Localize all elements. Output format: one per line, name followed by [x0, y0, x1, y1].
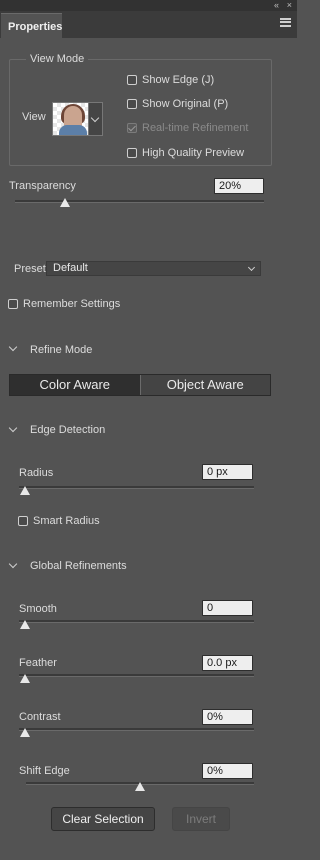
show-original-checkbox[interactable] [127, 99, 137, 109]
smooth-slider-thumb[interactable] [20, 620, 30, 629]
edge-detection-title: Edge Detection [30, 424, 106, 436]
shift-edge-slider-thumb[interactable] [135, 782, 145, 791]
panel-menu-icon[interactable] [280, 18, 291, 27]
view-label: View [22, 111, 46, 123]
color-aware-button[interactable]: Color Aware [10, 375, 141, 395]
chevron-down-icon [90, 113, 100, 123]
show-original-label: Show Original (P) [142, 98, 229, 110]
realtime-refinement-label: Real-time Refinement [142, 122, 249, 134]
disclosure-icon[interactable] [8, 342, 18, 352]
transparency-field[interactable]: 20% [214, 178, 264, 194]
object-aware-button[interactable]: Object Aware [140, 375, 270, 395]
preset-label: Preset [14, 263, 46, 275]
smooth-slider-track[interactable] [19, 620, 254, 623]
show-edge-checkbox[interactable] [127, 75, 137, 85]
transparency-slider-thumb[interactable] [60, 198, 70, 207]
shift-edge-label: Shift Edge [19, 765, 70, 777]
tab-properties[interactable]: Properties [1, 13, 62, 38]
disclosure-icon[interactable] [8, 423, 18, 433]
feather-field[interactable]: 0.0 px [202, 655, 253, 671]
contrast-label: Contrast [19, 711, 61, 723]
disclosure-icon[interactable] [8, 559, 18, 569]
radius-label: Radius [19, 467, 54, 479]
global-refinements-title: Global Refinements [30, 560, 127, 572]
show-edge-label: Show Edge (J) [142, 74, 215, 86]
chevron-down-icon [247, 263, 256, 272]
preset-select[interactable]: Default [46, 261, 261, 276]
transparency-label: Transparency [9, 180, 76, 192]
view-mode-dropdown[interactable] [89, 102, 103, 136]
radius-slider-thumb[interactable] [20, 486, 30, 495]
invert-button: Invert [172, 807, 230, 831]
radius-slider-track[interactable] [19, 486, 254, 489]
smooth-label: Smooth [19, 603, 57, 615]
realtime-refinement-checkbox [127, 123, 137, 133]
refine-mode-title: Refine Mode [30, 344, 93, 356]
collapse-icon[interactable]: « [274, 0, 279, 10]
smooth-field[interactable]: 0 [202, 600, 253, 616]
radius-field[interactable]: 0 px [202, 464, 253, 480]
smart-radius-checkbox[interactable] [18, 516, 28, 526]
hq-preview-label: High Quality Preview [142, 147, 245, 159]
feather-slider-thumb[interactable] [20, 674, 30, 683]
view-mode-thumbnail[interactable] [52, 102, 89, 136]
remember-settings-label: Remember Settings [23, 298, 121, 310]
contrast-slider-thumb[interactable] [20, 728, 30, 737]
view-mode-legend: View Mode [26, 53, 89, 65]
contrast-slider-track[interactable] [19, 728, 254, 731]
hq-preview-checkbox[interactable] [127, 148, 137, 158]
feather-label: Feather [19, 657, 57, 669]
close-panel-icon[interactable]: × [287, 0, 292, 10]
transparency-slider-track[interactable] [15, 200, 264, 203]
shift-edge-field[interactable]: 0% [202, 763, 253, 779]
clear-selection-button[interactable]: Clear Selection [51, 807, 155, 831]
preset-value: Default [53, 262, 88, 274]
refine-mode-toggle: Color Aware Object Aware [9, 374, 271, 396]
contrast-field[interactable]: 0% [202, 709, 253, 725]
panel-top-bar [0, 0, 297, 11]
remember-settings-checkbox[interactable] [8, 299, 18, 309]
smart-radius-label: Smart Radius [33, 515, 100, 527]
thumbnail-shirt [59, 125, 87, 135]
feather-slider-track[interactable] [19, 674, 254, 677]
